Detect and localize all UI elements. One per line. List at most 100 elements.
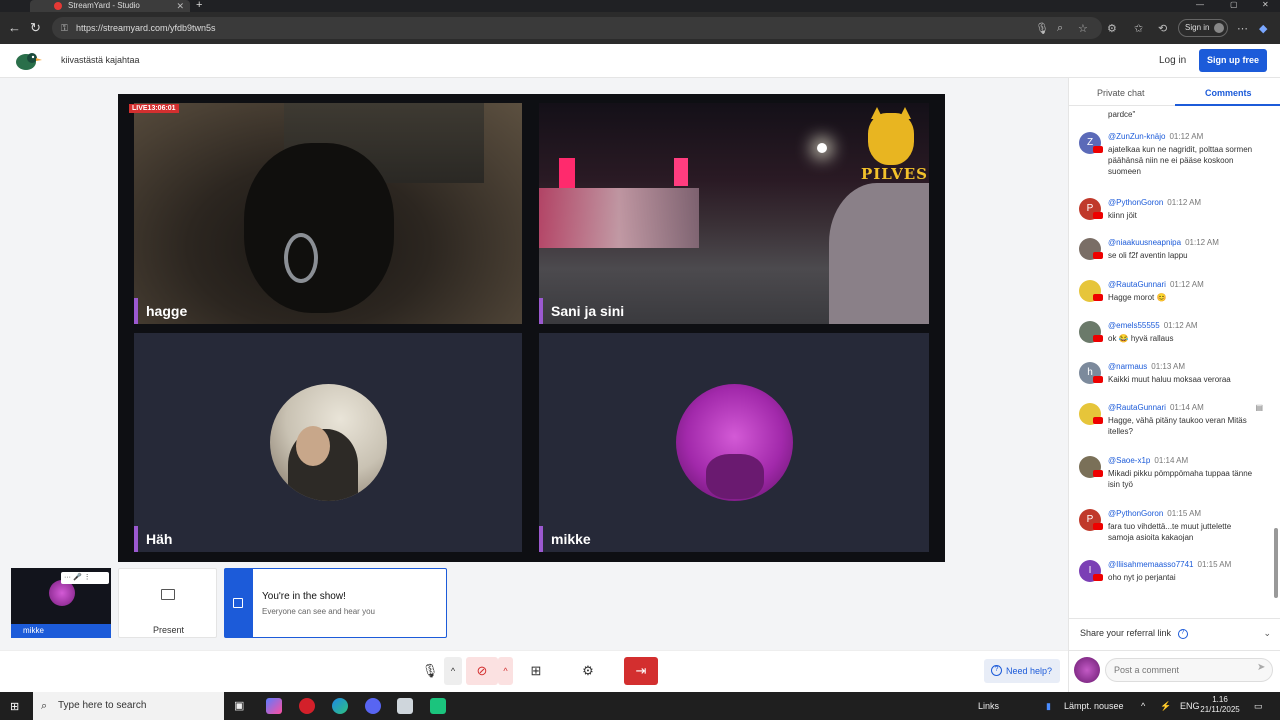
windows-start-icon[interactable]: ⊞ <box>10 700 19 713</box>
address-bar[interactable]: ⚿ https://streamyard.com/yfdb9twn5s <box>52 17 1102 39</box>
headphones-shape <box>284 233 318 283</box>
browser-toolbar: ← ↻ ⚿ https://streamyard.com/yfdb9twn5s … <box>0 12 1280 44</box>
favorite-star-icon[interactable]: ☆ <box>1078 22 1088 35</box>
back-icon[interactable]: ← <box>8 20 21 35</box>
participant-tile-hah[interactable]: Häh <box>134 333 522 552</box>
participant-name-label: Sani ja sini <box>539 298 624 324</box>
present-label: Present <box>152 625 185 635</box>
participant-tile-sani-ja-sini[interactable]: PILVES Sani ja sini <box>539 103 929 324</box>
post-comment-placeholder: Post a comment <box>1114 665 1180 675</box>
site-info-icon[interactable]: ⚿ <box>61 17 68 39</box>
zoom-icon[interactable]: ⌕ <box>1057 22 1063 35</box>
lynx-logo-icon <box>868 107 914 165</box>
comment-author[interactable]: @niaakuusneapnipa <box>1108 238 1181 247</box>
comments-scrollbar[interactable] <box>1273 108 1279 608</box>
comment-time: 01:12 AM <box>1163 321 1198 330</box>
broadcast-stage: hagge PILVES Sani ja sini Häh mikke <box>118 94 945 562</box>
maximize-icon[interactable]: ▢ <box>1230 0 1238 9</box>
add-to-stage-icon[interactable]: ▤ <box>1255 403 1263 412</box>
need-help-button[interactable]: ? Need help? <box>984 659 1060 683</box>
self-camera-preview[interactable]: ··· 🎤 ⋮ mikke <box>11 568 111 638</box>
notifications-icon[interactable]: ▭ <box>1254 701 1263 712</box>
help-icon: ? <box>991 665 1002 676</box>
send-icon[interactable]: ➤ <box>1257 662 1265 673</box>
post-comment-row: Post a comment ➤ <box>1069 650 1280 690</box>
comment-author[interactable]: @narmaus <box>1108 362 1147 371</box>
opera-icon[interactable] <box>299 698 315 714</box>
mic-options-chevron-icon[interactable]: ^ <box>444 657 462 685</box>
login-link[interactable]: Log in <box>1159 55 1186 66</box>
comment-meta: @PythonGoron 01:12 AM <box>1108 198 1201 207</box>
comment-text: Mikadi pikku pömppömaha tuppaa tänne isi… <box>1108 469 1253 489</box>
signup-button[interactable]: Sign up free <box>1199 49 1267 72</box>
close-window-icon[interactable]: ✕ <box>1262 0 1269 9</box>
more-menu-icon[interactable]: ⋯ <box>1237 22 1248 35</box>
tab-comments[interactable]: Comments <box>1205 88 1252 98</box>
favorites-icon[interactable]: ✩ <box>1134 22 1143 35</box>
comment-author[interactable]: @Saoe-x1p <box>1108 456 1150 465</box>
self-cam-controls[interactable]: ··· 🎤 ⋮ <box>61 572 109 584</box>
taskbar-search-box[interactable]: ⌕ Type here to search <box>33 692 224 720</box>
language-indicator[interactable]: ENG <box>1180 701 1200 711</box>
comment-author[interactable]: @PythonGoron <box>1108 198 1163 207</box>
camera-options-chevron-icon[interactable]: ^ <box>498 657 513 685</box>
notification-title: You're in the show! <box>262 591 346 602</box>
comment-meta: @RautaGunnari 01:12 AM <box>1108 280 1204 289</box>
comment-meta: @Iliisahmemaasso7741 01:15 AM <box>1108 560 1231 569</box>
task-view-icon[interactable]: ▣ <box>234 699 244 712</box>
youtube-icon <box>1093 417 1103 424</box>
comment-author[interactable]: @Iliisahmemaasso7741 <box>1108 560 1194 569</box>
links-toolbar[interactable]: Links <box>978 701 999 711</box>
youtube-icon <box>1093 470 1103 477</box>
new-tab-icon[interactable]: + <box>196 0 202 11</box>
comments-list[interactable]: pardce" Z @ZunZun-knäjo 01:12 AM ajatelkaa … <box>1069 106 1273 616</box>
minimize-icon[interactable]: — <box>1196 0 1204 9</box>
windows-taskbar: ⊞ ⌕ Type here to search ▣ Links ▮ Lämpt.… <box>0 692 1280 720</box>
browser-tab[interactable]: StreamYard - Studio ✕ <box>30 0 190 12</box>
comment-author[interactable]: @PythonGoron <box>1108 509 1163 518</box>
comment-author[interactable]: @RautaGunnari <box>1108 403 1166 412</box>
app-icon[interactable] <box>397 698 413 714</box>
youtube-icon <box>1093 294 1103 301</box>
referral-link-row[interactable]: Share your referral link ? ⌄ <box>1069 618 1280 646</box>
comment-author[interactable]: @emels55555 <box>1108 321 1160 330</box>
youtube-icon <box>1093 252 1103 259</box>
tab-private-chat[interactable]: Private chat <box>1097 88 1145 98</box>
copilot-app-icon[interactable] <box>266 698 282 714</box>
share-screen-icon[interactable]: ⊞ <box>523 657 549 685</box>
weather-icon[interactable]: ▮ <box>1046 701 1051 712</box>
chevron-down-icon[interactable]: ⌄ <box>1263 619 1271 647</box>
clock[interactable]: 1.16 21/11/2025 <box>1200 695 1240 715</box>
weather-text[interactable]: Lämpt. nousee <box>1064 701 1124 711</box>
participant-tile-hagge[interactable]: hagge <box>134 103 522 324</box>
settings-gear-icon[interactable]: ⚙ <box>575 657 601 685</box>
comment-author[interactable]: @RautaGunnari <box>1108 280 1166 289</box>
active-app-icon[interactable] <box>430 698 446 714</box>
street-lamp <box>817 143 827 153</box>
comment-time: 01:14 AM <box>1154 456 1189 465</box>
microphone-toggle-icon[interactable]: 🎙 <box>418 657 442 685</box>
copilot-icon[interactable]: ◆ <box>1259 22 1267 35</box>
browser-signin-button[interactable]: Sign in <box>1178 19 1228 37</box>
leave-studio-icon[interactable]: ⇥ <box>624 657 658 685</box>
camera-off-icon[interactable]: ⊘ <box>466 657 498 685</box>
comment-meta: @emels55555 01:12 AM <box>1108 321 1198 330</box>
post-comment-input[interactable]: Post a comment <box>1105 658 1273 682</box>
microphone-icon[interactable]: 🎙 <box>1035 22 1049 35</box>
close-tab-icon[interactable]: ✕ <box>176 0 184 12</box>
logo-text: PILVES <box>861 165 928 183</box>
extensions-icon[interactable]: ⚙ <box>1107 22 1117 35</box>
info-icon[interactable]: ? <box>1177 628 1188 639</box>
comment-author[interactable]: @ZunZun-knäjo <box>1108 132 1165 141</box>
notification-subtitle: Everyone can see and hear you <box>262 607 375 616</box>
scrollbar-thumb[interactable] <box>1274 528 1278 598</box>
network-icon[interactable]: ⚡ <box>1160 701 1171 712</box>
history-icon[interactable]: ⟲ <box>1158 22 1167 35</box>
tray-chevron-icon[interactable]: ^ <box>1141 701 1145 711</box>
discord-icon[interactable] <box>365 698 381 714</box>
reload-icon[interactable]: ↻ <box>30 20 41 36</box>
present-button[interactable]: Present <box>118 568 217 638</box>
neon-sign <box>674 158 688 186</box>
edge-icon[interactable] <box>332 698 348 714</box>
participant-tile-mikke[interactable]: mikke <box>539 333 929 552</box>
